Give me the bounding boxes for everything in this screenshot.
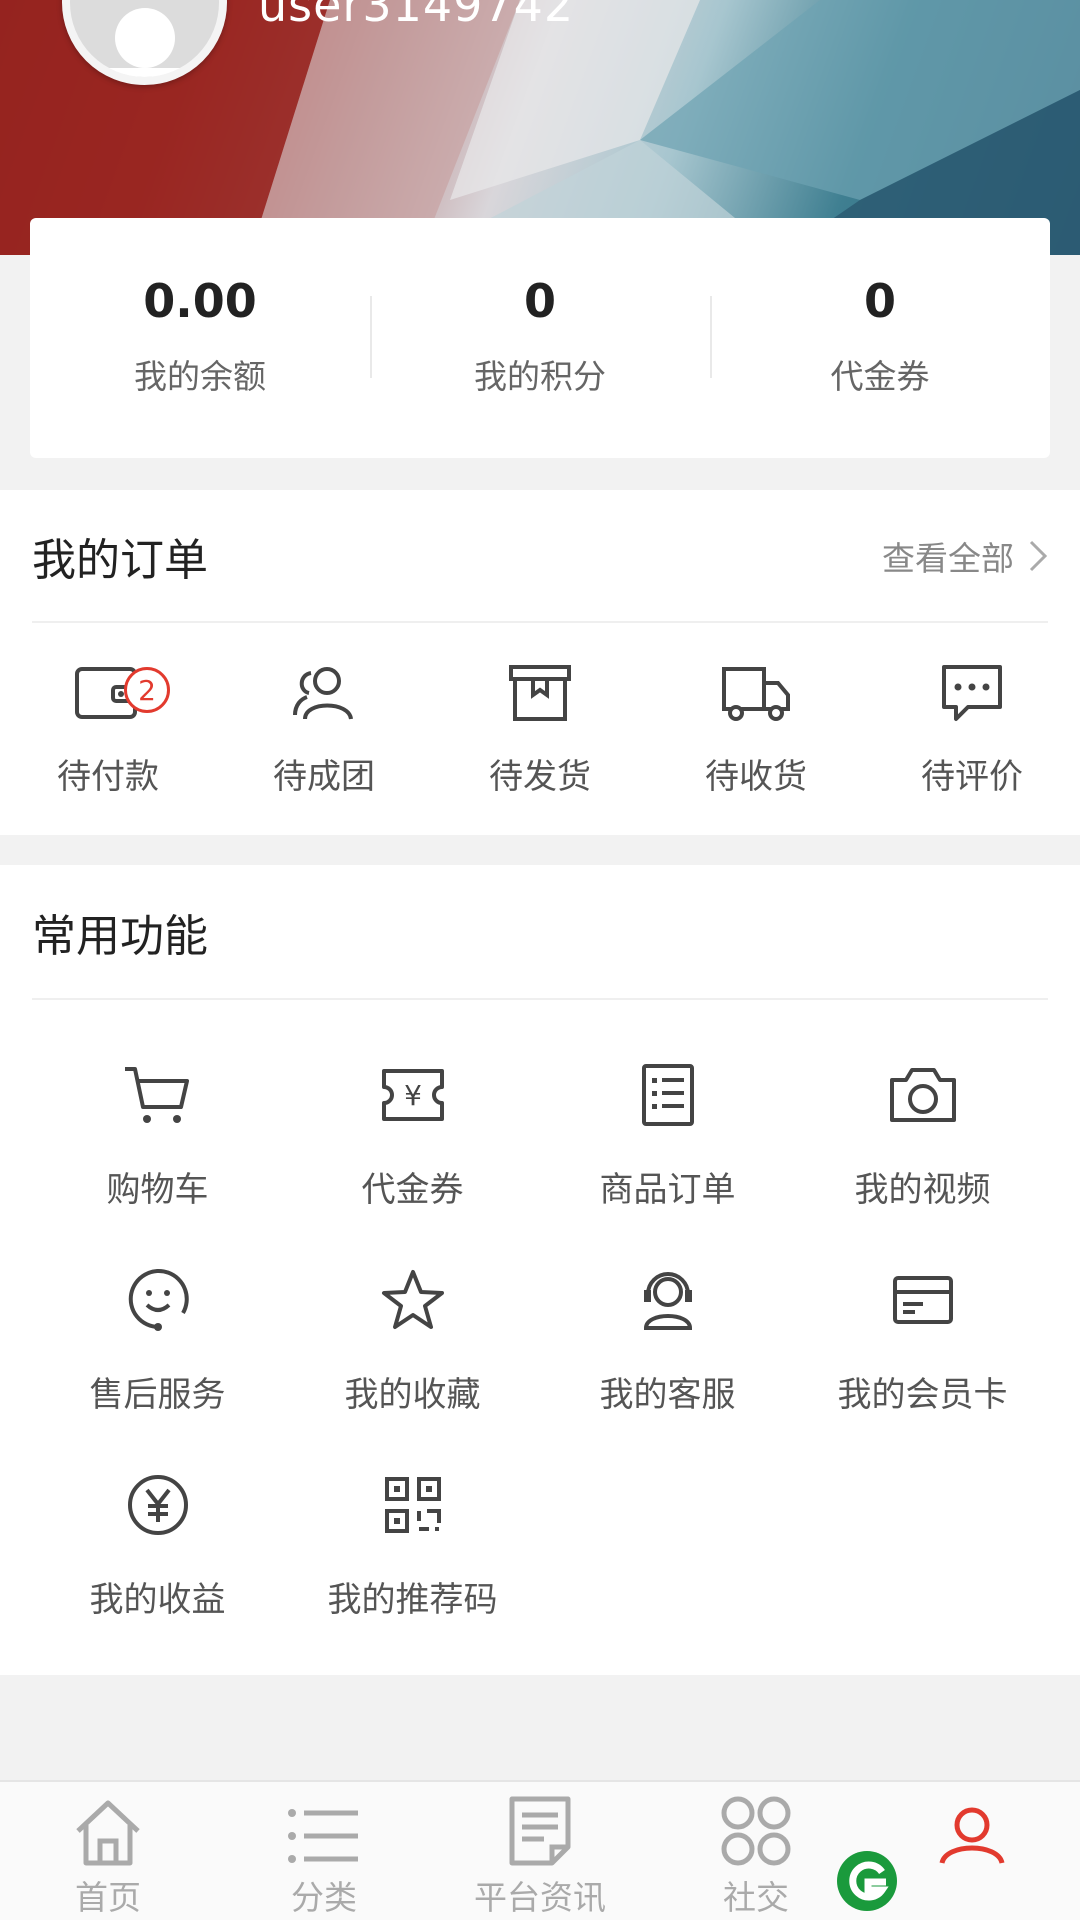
order-pending-payment[interactable]: 2 待付款: [0, 653, 216, 833]
default-avatar-icon: [100, 8, 190, 77]
tab-label: 首页: [75, 1878, 141, 1917]
svg-text:¥: ¥: [404, 1079, 422, 1112]
user-icon: [939, 1807, 1005, 1865]
customer-service-item[interactable]: 我的客服: [540, 1235, 795, 1440]
function-label: 我的视频: [854, 1170, 991, 1210]
function-label: 我的客服: [599, 1375, 736, 1415]
voucher-stat[interactable]: 0 代金券: [710, 218, 1050, 458]
points-value: 0: [523, 274, 556, 328]
functions-grid: 购物车 ¥ 代金券 商品订单 我的视频 售后服务 我的收藏 我的客服 我的会员卡…: [0, 1000, 1080, 1665]
qr-code-icon: [384, 1477, 441, 1533]
tab-category[interactable]: 分类: [216, 1782, 432, 1920]
voucher-icon: ¥: [381, 1069, 444, 1121]
truck-icon: [722, 667, 790, 721]
function-label: 购物车: [106, 1170, 209, 1210]
balance-label: 我的余额: [134, 357, 266, 396]
order-pending-shipment[interactable]: 待发货: [432, 653, 648, 833]
yen-coin-icon: [127, 1475, 188, 1535]
order-item-label: 待付款: [57, 757, 159, 797]
points-stat[interactable]: 0 我的积分: [370, 218, 710, 458]
tab-news[interactable]: 平台资讯: [432, 1782, 648, 1920]
brand-logo-icon: [837, 1851, 897, 1911]
order-pending-review[interactable]: 待评价: [864, 653, 1080, 833]
orders-title: 我的订单: [32, 534, 208, 586]
favorites-item[interactable]: 我的收藏: [285, 1235, 540, 1440]
chevron-right-icon: [1029, 540, 1048, 571]
my-videos-item[interactable]: 我的视频: [795, 1030, 1050, 1235]
home-icon: [76, 1800, 140, 1866]
voucher-label: 代金券: [830, 357, 930, 396]
order-list-icon: [641, 1064, 694, 1126]
list-icon: [288, 1809, 358, 1863]
comment-icon: [942, 665, 1002, 721]
order-item-label: 待收货: [705, 757, 807, 797]
order-item-label: 待评价: [921, 757, 1023, 797]
order-item-label: 待成团: [273, 757, 375, 797]
order-status-row: 2 待付款 待成团 待发货 待收货 待评价: [0, 623, 1080, 833]
bottom-tab-bar: 首页 分类 平台资讯 社交: [0, 1780, 1080, 1920]
group-icon: [293, 667, 353, 720]
tab-home[interactable]: 首页: [0, 1782, 216, 1920]
star-icon: [381, 1270, 444, 1329]
camera-icon: [889, 1068, 956, 1122]
account-stats-card: 0.00 我的余额 0 我的积分 0 代金券: [30, 218, 1050, 458]
news-icon: [509, 1796, 571, 1866]
see-all-orders-link[interactable]: 查看全部: [882, 532, 1048, 580]
see-all-label: 查看全部: [882, 538, 1014, 578]
smile-icon: [128, 1269, 189, 1331]
voucher-item[interactable]: ¥ 代金券: [285, 1030, 540, 1235]
box-icon: [509, 665, 571, 721]
voucher-value: 0: [863, 274, 896, 328]
tab-label: 社交: [723, 1878, 789, 1917]
social-icon: [721, 1796, 791, 1866]
balance-stat[interactable]: 0.00 我的余额: [30, 218, 370, 458]
after-sales-item[interactable]: 售后服务: [30, 1235, 285, 1440]
function-label: 售后服务: [89, 1375, 226, 1415]
function-label: 商品订单: [599, 1170, 736, 1210]
balance-value: 0.00: [143, 274, 257, 328]
points-label: 我的积分: [474, 357, 606, 396]
username: user3149742: [258, 0, 575, 32]
order-pending-group[interactable]: 待成团: [216, 653, 432, 833]
cart-icon: [124, 1067, 189, 1123]
earnings-item[interactable]: 我的收益: [30, 1440, 285, 1645]
referral-code-item[interactable]: 我的推荐码: [285, 1440, 540, 1645]
function-label: 我的会员卡: [837, 1375, 1008, 1415]
avatar[interactable]: [62, 0, 227, 85]
member-card-item[interactable]: 我的会员卡: [795, 1235, 1050, 1440]
product-orders-item[interactable]: 商品订单: [540, 1030, 795, 1235]
order-item-label: 待发货: [489, 757, 591, 797]
function-label: 我的收益: [89, 1580, 226, 1620]
orders-header: 我的订单 查看全部: [32, 490, 1048, 623]
profile-banner: user3149742: [0, 0, 1080, 255]
tab-label: 分类: [291, 1878, 357, 1917]
function-label: 我的收藏: [344, 1375, 481, 1415]
order-pending-receipt[interactable]: 待收货: [648, 653, 864, 833]
functions-title: 常用功能: [32, 910, 208, 962]
function-label: 我的推荐码: [327, 1580, 498, 1620]
functions-section: 常用功能 购物车 ¥ 代金券 商品订单 我的视频 售后服务 我的收藏 我的客服 …: [0, 865, 1080, 1675]
card-icon: [892, 1276, 953, 1324]
function-label: 代金券: [361, 1170, 464, 1210]
cart-item[interactable]: 购物车: [30, 1030, 285, 1235]
orders-section: 我的订单 查看全部 2 待付款 待成团 待发货 待收货 待评价: [0, 490, 1080, 835]
functions-header: 常用功能: [32, 865, 1048, 1000]
headset-icon: [643, 1272, 692, 1330]
tab-label: 平台资讯: [474, 1878, 606, 1917]
pending-payment-badge: 2: [124, 667, 170, 713]
tab-social[interactable]: 社交: [648, 1782, 864, 1920]
